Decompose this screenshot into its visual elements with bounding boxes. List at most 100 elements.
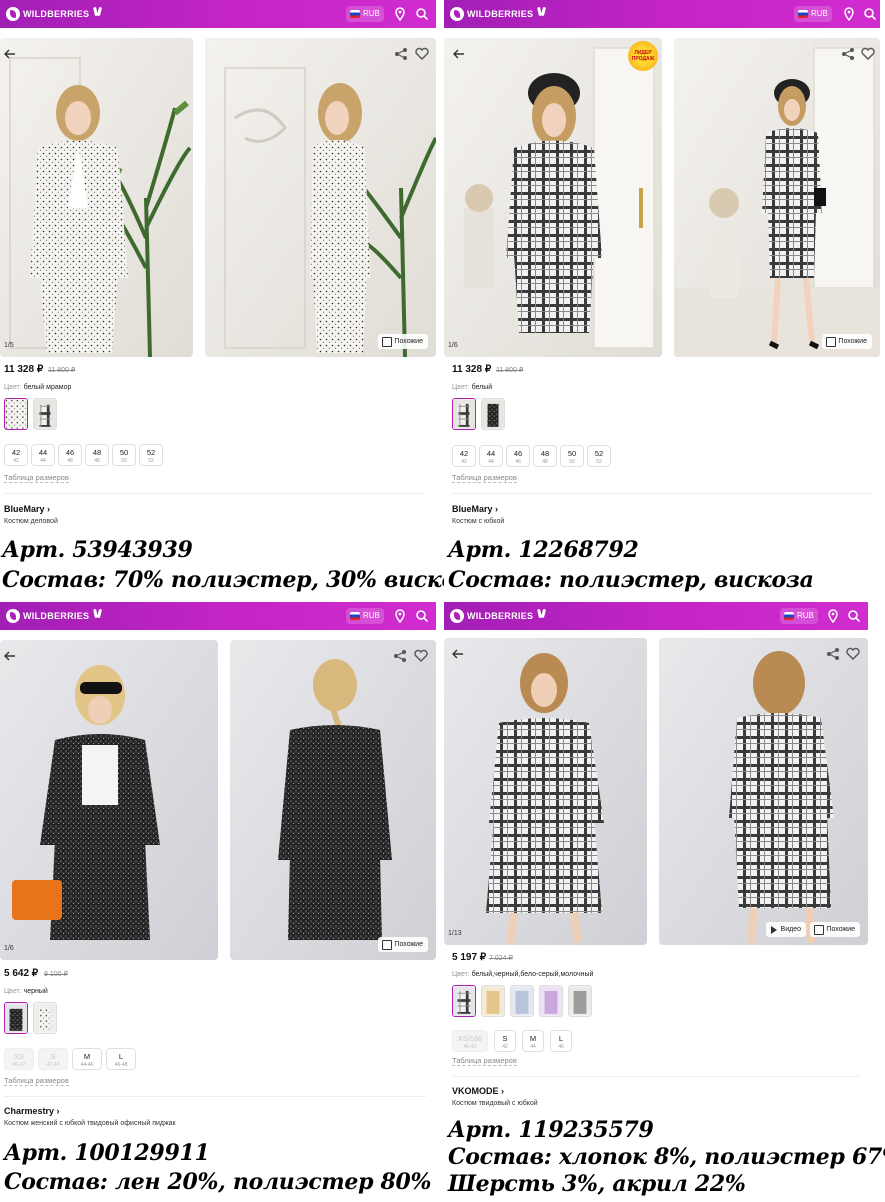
heart-icon[interactable]	[413, 648, 429, 664]
product-photo-2[interactable]: Видео Похожие	[659, 638, 868, 945]
size-option[interactable]: 42 42	[452, 445, 476, 467]
color-thumb-lilac[interactable]	[539, 985, 563, 1017]
similar-button[interactable]: Похожие	[378, 334, 428, 349]
wildberries-logo[interactable]: WILDBERRIES	[6, 607, 104, 625]
product-photo-1[interactable]: 1/5	[0, 38, 193, 357]
size-option[interactable]: L 46	[550, 1030, 572, 1052]
size-option[interactable]: M 44-46	[72, 1048, 102, 1070]
heart-icon[interactable]	[860, 46, 876, 62]
size-ru: L	[118, 1052, 124, 1061]
search-icon[interactable]	[846, 608, 862, 624]
share-icon[interactable]	[825, 646, 841, 662]
price: 11 328 ₽	[4, 364, 44, 375]
size-option[interactable]: 50 50	[112, 444, 136, 466]
wildberries-logo[interactable]: WILDBERRIES	[6, 5, 104, 23]
size-ru: 52	[146, 448, 156, 457]
size-option[interactable]: 50 50	[560, 445, 584, 467]
product-photo-2[interactable]: Похожие	[205, 38, 436, 357]
price: 5 197 ₽	[452, 952, 487, 963]
product-photo-1[interactable]: 1/6	[0, 640, 218, 960]
back-arrow-icon[interactable]	[451, 46, 467, 62]
location-pin-icon[interactable]	[392, 608, 408, 624]
size-table-link[interactable]: Таблица размеров	[452, 1056, 517, 1066]
photo-counter: 1/5	[4, 342, 14, 349]
brand-link[interactable]: VKOMODE	[452, 1086, 504, 1096]
size-ru: 48	[540, 449, 550, 458]
share-icon[interactable]	[392, 648, 408, 664]
back-arrow-icon[interactable]	[2, 46, 18, 62]
size-option[interactable]: 52 52	[587, 445, 611, 467]
product-type: Костюм твидовый с юбкой	[452, 1100, 538, 1107]
color-thumb-blue[interactable]	[510, 985, 534, 1017]
caption-article: Арт. 53943939	[2, 537, 193, 563]
color-thumb-plaid[interactable]	[452, 985, 476, 1017]
currency-selector[interactable]: RUB	[794, 6, 832, 22]
share-icon[interactable]	[840, 46, 856, 62]
heart-icon[interactable]	[845, 646, 861, 662]
size-table-link[interactable]: Таблица размеров	[452, 473, 517, 483]
wildberries-logo[interactable]: WILDBERRIES	[450, 5, 548, 23]
product-photo-2[interactable]: Похожие	[674, 38, 880, 357]
color-value: белый,черный,бело-серый,молочный	[471, 971, 594, 978]
thumb-image	[34, 399, 56, 429]
logo-mark-icon	[450, 7, 464, 21]
caption-composition: Состав: 70% полиэстер, 30% вискоза	[2, 567, 484, 593]
back-arrow-icon[interactable]	[450, 646, 466, 662]
size-option[interactable]: 44 44	[31, 444, 55, 466]
share-icon[interactable]	[393, 46, 409, 62]
currency-selector[interactable]: RUB	[346, 608, 384, 624]
color-thumb-white[interactable]	[33, 1002, 57, 1034]
color-thumb-white[interactable]	[452, 398, 476, 430]
location-pin-icon[interactable]	[841, 6, 857, 22]
size-option[interactable]: S 42	[494, 1030, 516, 1052]
size-option[interactable]: L 46-48	[106, 1048, 136, 1070]
video-button[interactable]: Видео	[765, 922, 806, 937]
size-option[interactable]: M 44	[522, 1030, 544, 1052]
logo-text: WILDBERRIES	[23, 9, 90, 19]
size-option: XS/160 40-42	[452, 1030, 488, 1052]
size-option[interactable]: 48 48	[533, 445, 557, 467]
size-eu: 44	[530, 1044, 536, 1050]
size-option[interactable]: 52 52	[139, 444, 163, 466]
brand-link[interactable]: BlueMary	[4, 504, 50, 514]
size-option[interactable]: 46 46	[58, 444, 82, 466]
size-eu: 50	[121, 458, 127, 464]
search-icon[interactable]	[414, 608, 430, 624]
size-table-link[interactable]: Таблица размеров	[4, 1076, 69, 1086]
product-card-4: WILDBERRIES RUB 1/13 Видео Похожие 5 197…	[444, 602, 880, 1202]
brand-link[interactable]: Charmestry	[4, 1106, 60, 1116]
location-pin-icon[interactable]	[392, 6, 408, 22]
similar-button[interactable]: Похожие	[378, 937, 428, 952]
color-thumb-grey[interactable]	[568, 985, 592, 1017]
color-thumb-beige[interactable]	[481, 985, 505, 1017]
photo-plaid-suit-full	[674, 38, 880, 357]
product-photo-2[interactable]: Похожие	[230, 640, 436, 960]
color-thumb-plaid[interactable]	[33, 398, 57, 430]
size-option[interactable]: 42 42	[4, 444, 28, 466]
thumb-image	[482, 986, 504, 1016]
product-type: Костюм женский с юбкой твидовый офисный …	[4, 1120, 176, 1127]
search-icon[interactable]	[862, 6, 878, 22]
search-icon[interactable]	[414, 6, 430, 22]
heart-icon[interactable]	[414, 46, 430, 62]
size-eu: 46-48	[114, 1062, 128, 1068]
back-arrow-icon[interactable]	[2, 648, 18, 664]
product-photo-1[interactable]: 1/13	[444, 638, 647, 945]
color-thumb-white[interactable]	[4, 398, 28, 430]
size-option[interactable]: 46 46	[506, 445, 530, 467]
brand-link[interactable]: BlueMary	[452, 504, 498, 514]
size-table-link[interactable]: Таблица размеров	[4, 473, 69, 483]
location-pin-icon[interactable]	[825, 608, 841, 624]
similar-button[interactable]: Похожие	[822, 334, 872, 349]
color-thumb-black[interactable]	[4, 1002, 28, 1034]
size-option[interactable]: 48 48	[85, 444, 109, 466]
size-option[interactable]: 44 44	[479, 445, 503, 467]
product-photo-1[interactable]: ЛИДЕР ПРОДАЖ 1/6	[444, 38, 662, 357]
currency-selector[interactable]: RUB	[780, 608, 818, 624]
color-prefix: Цвет:	[4, 988, 22, 995]
currency-selector[interactable]: RUB	[346, 6, 384, 22]
badge-text: ЛИДЕР ПРОДАЖ	[631, 50, 655, 62]
wildberries-logo[interactable]: WILDBERRIES	[450, 607, 548, 625]
similar-button[interactable]: Похожие	[810, 922, 860, 937]
color-thumb-dark[interactable]	[481, 398, 505, 430]
